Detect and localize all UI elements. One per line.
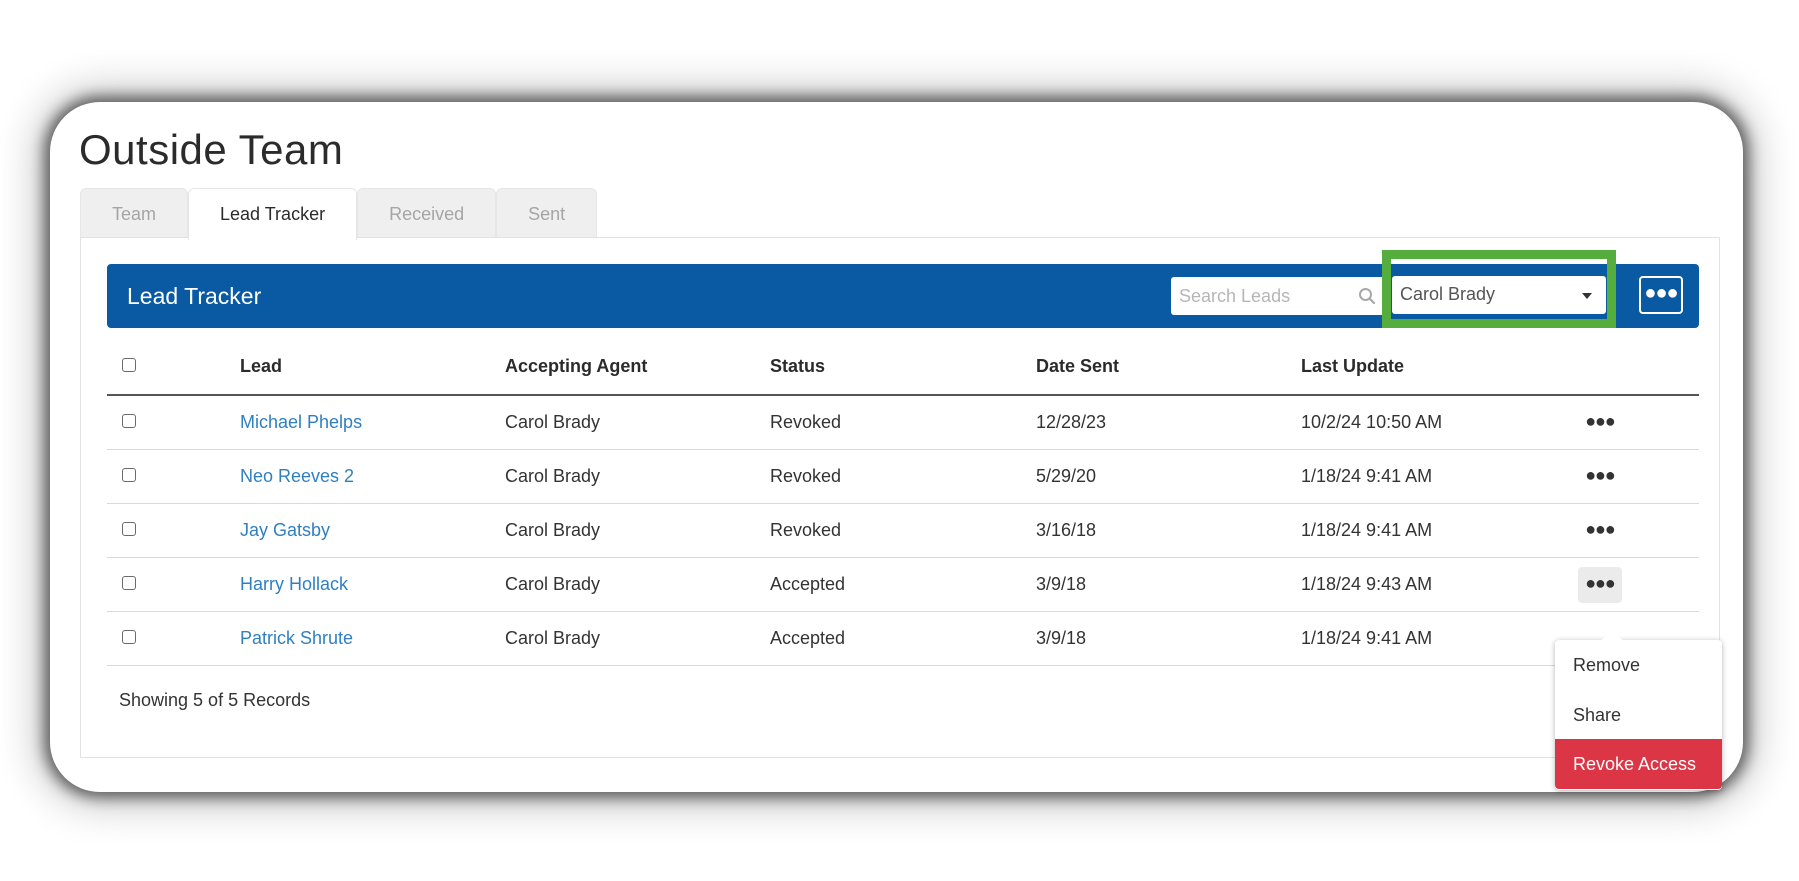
menu-item-share[interactable]: Share — [1555, 690, 1722, 740]
row-checkbox[interactable] — [122, 414, 136, 428]
toolbar-more-button[interactable]: ●●● — [1639, 276, 1683, 314]
table-row: Neo Reeves 2 Carol Brady Revoked 5/29/20… — [107, 449, 1699, 504]
row-checkbox[interactable] — [122, 630, 136, 644]
date-sent-cell: 12/28/23 — [1036, 395, 1301, 450]
status-cell: Revoked — [770, 395, 1036, 450]
column-header-last-update[interactable]: Last Update — [1301, 338, 1566, 396]
ellipsis-icon: ●●● — [1644, 282, 1678, 304]
column-header-status[interactable]: Status — [770, 338, 1036, 396]
agent-select[interactable]: Carol Brady — [1392, 276, 1606, 314]
last-update-cell: 1/18/24 9:43 AM — [1301, 557, 1566, 612]
status-cell: Revoked — [770, 503, 1036, 558]
date-sent-cell: 3/16/18 — [1036, 503, 1301, 558]
column-header-date-sent[interactable]: Date Sent — [1036, 338, 1301, 396]
last-update-cell: 1/18/24 9:41 AM — [1301, 503, 1566, 558]
table-header-row: Lead Accepting Agent Status Date Sent La… — [107, 338, 1699, 396]
column-header-lead[interactable]: Lead — [240, 338, 505, 396]
row-more-button[interactable]: ●●● — [1578, 513, 1622, 549]
row-checkbox[interactable] — [122, 522, 136, 536]
context-menu-arrow — [1600, 631, 1624, 641]
select-all-checkbox[interactable] — [122, 357, 136, 372]
row-more-button[interactable]: ●●● — [1578, 405, 1622, 441]
column-header-accepting-agent[interactable]: Accepting Agent — [505, 338, 770, 396]
table-row: Patrick Shrute Carol Brady Accepted 3/9/… — [107, 611, 1699, 666]
date-sent-cell: 5/29/20 — [1036, 449, 1301, 504]
date-sent-cell: 3/9/18 — [1036, 557, 1301, 612]
main-card: Outside Team Team Lead Tracker Received … — [50, 102, 1743, 792]
agent-cell: Carol Brady — [505, 503, 770, 558]
table-row: Jay Gatsby Carol Brady Revoked 3/16/18 1… — [107, 503, 1699, 558]
record-count: Showing 5 of 5 Records — [119, 690, 311, 710]
leads-table: Lead Accepting Agent Status Date Sent La… — [107, 338, 1699, 666]
table-row: Michael Phelps Carol Brady Revoked 12/28… — [107, 395, 1699, 450]
lead-tracker-panel: Lead Tracker Carol Brady ●●● — [80, 237, 1720, 758]
agent-cell: Carol Brady — [505, 611, 770, 666]
menu-item-remove[interactable]: Remove — [1555, 640, 1722, 690]
lead-link[interactable]: Patrick Shrute — [240, 628, 353, 648]
last-update-cell: 1/18/24 9:41 AM — [1301, 611, 1566, 666]
date-sent-cell: 3/9/18 — [1036, 611, 1301, 666]
last-update-cell: 10/2/24 10:50 AM — [1301, 395, 1566, 450]
tab-bar: Team Lead Tracker Received Sent — [80, 188, 598, 240]
lead-link[interactable]: Jay Gatsby — [240, 520, 330, 540]
tab-received[interactable]: Received — [357, 188, 497, 238]
table-row: Harry Hollack Carol Brady Accepted 3/9/1… — [107, 557, 1699, 612]
agent-cell: Carol Brady — [505, 395, 770, 450]
agent-select-value: Carol Brady — [1400, 284, 1496, 304]
status-cell: Revoked — [770, 449, 1036, 504]
row-context-menu: Remove Share Revoke Access — [1555, 640, 1722, 790]
row-more-button-active[interactable]: ●●● — [1578, 566, 1622, 603]
lead-link[interactable]: Neo Reeves 2 — [240, 466, 354, 486]
lead-link[interactable]: Michael Phelps — [240, 412, 362, 432]
lead-link[interactable]: Harry Hollack — [240, 574, 348, 594]
chevron-down-icon — [1582, 293, 1592, 299]
tab-lead-tracker[interactable]: Lead Tracker — [188, 188, 358, 240]
search-icon[interactable] — [1358, 287, 1376, 305]
row-checkbox[interactable] — [122, 468, 136, 482]
lead-tracker-title: Lead Tracker — [127, 283, 262, 309]
last-update-cell: 1/18/24 9:41 AM — [1301, 449, 1566, 504]
search-box — [1171, 277, 1388, 315]
tab-team[interactable]: Team — [80, 188, 189, 238]
lead-tracker-header-bar: Lead Tracker Carol Brady ●●● — [107, 250, 1699, 328]
row-more-button[interactable]: ●●● — [1578, 459, 1622, 495]
search-input[interactable] — [1177, 277, 1351, 315]
page-title: Outside Team — [79, 126, 344, 173]
status-cell: Accepted — [770, 611, 1036, 666]
row-checkbox[interactable] — [122, 576, 136, 590]
agent-cell: Carol Brady — [505, 449, 770, 504]
menu-item-revoke-access[interactable]: Revoke Access — [1555, 739, 1722, 789]
tab-sent[interactable]: Sent — [496, 188, 598, 238]
status-cell: Accepted — [770, 557, 1036, 612]
agent-cell: Carol Brady — [505, 557, 770, 612]
